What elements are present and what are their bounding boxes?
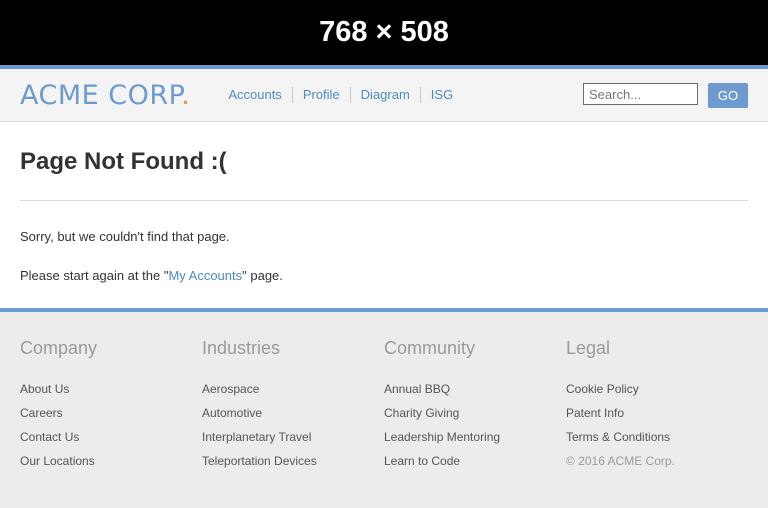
nav-isg[interactable]: ISG xyxy=(419,87,463,103)
footer-heading: Company xyxy=(20,338,98,358)
footer-link-careers[interactable]: Careers xyxy=(20,401,202,425)
main-content: Page Not Found :( Sorry, but we couldn't… xyxy=(0,122,768,308)
go-button[interactable]: GO xyxy=(708,83,748,108)
footer-link-interplanetary-travel[interactable]: Interplanetary Travel xyxy=(202,425,384,449)
footer-link-learn-to-code[interactable]: Learn to Code xyxy=(384,449,566,473)
footer-link-annual-bbq[interactable]: Annual BBQ xyxy=(384,377,566,401)
footer-link-terms-conditions[interactable]: Terms & Conditions xyxy=(566,425,748,449)
footer-column-legal: Legal Cookie Policy Patent Info Terms & … xyxy=(566,338,748,473)
footer-column-industries: Industries Aerospace Automotive Interpla… xyxy=(202,338,384,473)
footer-link-teleportation-devices[interactable]: Teleportation Devices xyxy=(202,449,384,473)
footer-heading: Community xyxy=(384,338,476,358)
footer-column-community: Community Annual BBQ Charity Giving Lead… xyxy=(384,338,566,473)
footer-link-aerospace[interactable]: Aerospace xyxy=(202,377,384,401)
footer-heading: Legal xyxy=(566,338,611,358)
footer-link-about-us[interactable]: About Us xyxy=(20,377,202,401)
site-footer: Company About Us Careers Contact Us Our … xyxy=(0,312,768,473)
copyright-text: © 2016 ACME Corp. xyxy=(566,454,675,468)
main-nav: Accounts Profile Diagram ISG xyxy=(218,87,463,103)
dimension-banner: 768 × 508 xyxy=(0,0,768,65)
footer-column-company: Company About Us Careers Contact Us Our … xyxy=(20,338,202,473)
restart-suffix: " page. xyxy=(242,268,283,283)
site-header: ACME CORP. Accounts Profile Diagram ISG … xyxy=(0,69,768,122)
search-input[interactable] xyxy=(583,83,698,105)
site-logo[interactable]: ACME CORP. xyxy=(20,80,190,111)
footer-link-contact-us[interactable]: Contact Us xyxy=(20,425,202,449)
nav-accounts[interactable]: Accounts xyxy=(218,87,291,103)
title-divider xyxy=(20,200,748,201)
footer-heading: Industries xyxy=(202,338,281,358)
logo-dot: . xyxy=(181,79,191,111)
error-message: Sorry, but we couldn't find that page. xyxy=(20,229,230,244)
footer-link-patent-info[interactable]: Patent Info xyxy=(566,401,748,425)
footer-link-cookie-policy[interactable]: Cookie Policy xyxy=(566,377,748,401)
logo-text: ACME CORP xyxy=(20,79,182,111)
restart-message: Please start again at the "My Accounts" … xyxy=(20,244,748,283)
footer-link-charity-giving[interactable]: Charity Giving xyxy=(384,401,566,425)
my-accounts-link[interactable]: My Accounts xyxy=(168,268,242,283)
nav-diagram[interactable]: Diagram xyxy=(349,87,420,103)
footer-link-leadership-mentoring[interactable]: Leadership Mentoring xyxy=(384,425,566,449)
page-title: Page Not Found :( xyxy=(20,148,227,175)
footer-link-our-locations[interactable]: Our Locations xyxy=(20,449,202,473)
footer-link-automotive[interactable]: Automotive xyxy=(202,401,384,425)
dimension-banner-text: 768 × 508 xyxy=(319,16,449,48)
nav-profile[interactable]: Profile xyxy=(291,87,350,103)
restart-prefix: Please start again at the " xyxy=(20,268,169,283)
